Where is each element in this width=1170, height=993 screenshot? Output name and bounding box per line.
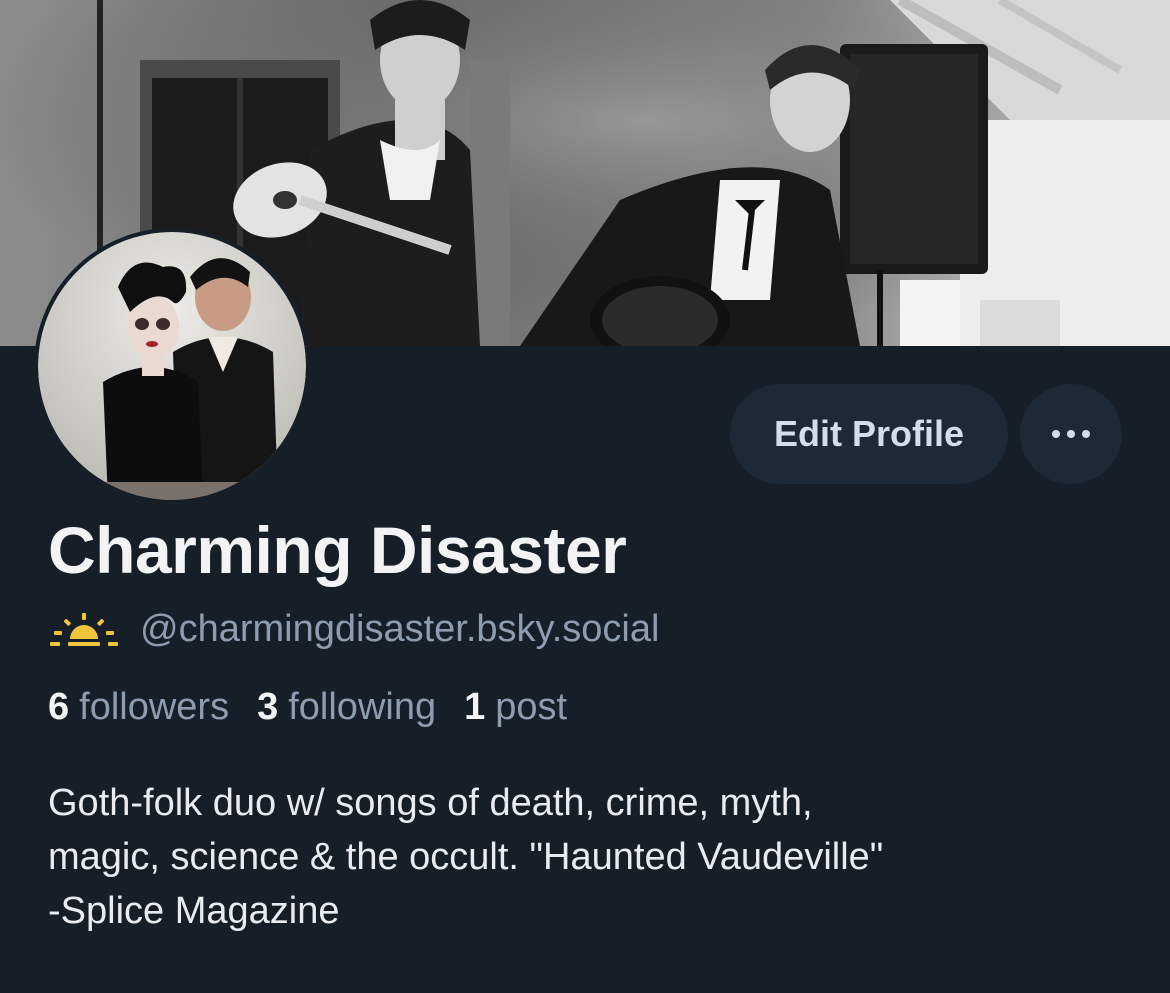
posts-count-item: 1 post — [464, 686, 567, 729]
followers-count: 6 — [48, 686, 70, 728]
profile-stats: 6 followers 3 following 1 post — [48, 686, 595, 729]
handle-row: @charmingdisaster.bsky.social — [48, 604, 659, 654]
bio-line: -Splice Magazine — [48, 890, 340, 932]
edit-profile-label: Edit Profile — [773, 413, 965, 454]
posts-count: 1 — [464, 686, 486, 728]
more-options-button[interactable] — [1020, 384, 1122, 484]
edit-profile-button[interactable]: Edit Profile — [730, 384, 1008, 484]
profile-bio: Goth-folk duo w/ songs of death, crime, … — [48, 776, 1138, 938]
followers-label: followers — [79, 686, 230, 728]
handle[interactable]: @charmingdisaster.bsky.social — [140, 608, 659, 651]
avatar-image — [38, 232, 306, 500]
bio-line: Goth-folk duo w/ songs of death, crime, … — [48, 782, 813, 824]
following-count: 3 — [257, 686, 279, 728]
avatar[interactable] — [34, 228, 310, 504]
followers-link[interactable]: 6 followers — [48, 686, 229, 729]
ellipsis-icon — [1052, 430, 1090, 438]
following-label: following — [288, 686, 437, 728]
posts-label: post — [495, 686, 568, 728]
following-link[interactable]: 3 following — [257, 686, 436, 729]
profile-page: Edit Profile Charming Disaster @charming… — [0, 0, 1170, 993]
bio-line: magic, science & the occult. "Haunted Va… — [48, 836, 884, 878]
sun-rising-icon — [50, 613, 118, 646]
display-name: Charming Disaster — [48, 513, 627, 587]
